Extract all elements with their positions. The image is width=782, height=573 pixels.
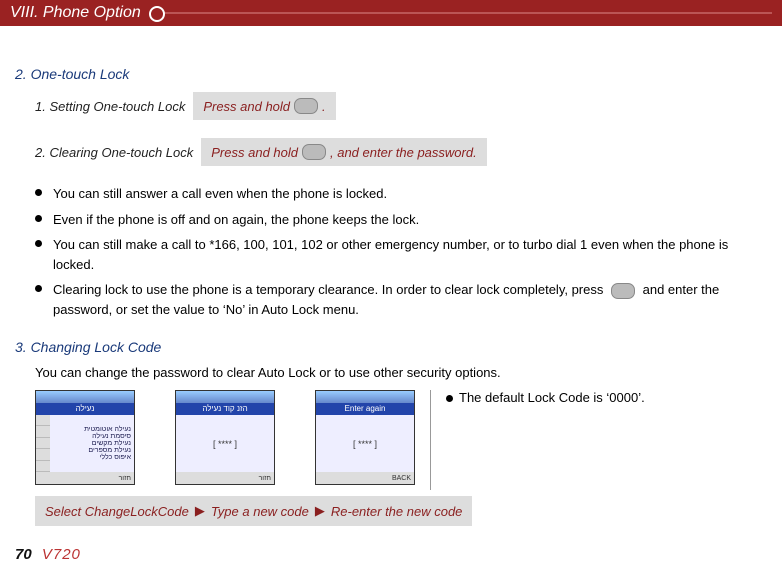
chapter-title: VIII. Phone Option: [10, 4, 141, 22]
lock-key-icon: [294, 98, 318, 114]
softkey-back: חזור: [119, 475, 131, 482]
section-onetouch-title: 2. One-touch Lock: [15, 66, 767, 82]
lock-key-icon: [611, 283, 635, 299]
shot1-head: נעילה: [36, 403, 134, 415]
default-code-note: The default Lock Code is ‘0000’.: [446, 390, 645, 405]
setting-instruction-box: Press and hold .: [193, 92, 335, 120]
bullet-item: You can still make a call to *166, 100, …: [35, 235, 767, 274]
model-number: V720: [42, 546, 81, 563]
header-rule: [151, 12, 772, 14]
bullet-item: Clearing lock to use the phone is a temp…: [35, 280, 767, 319]
section-changing-title: 3. Changing Lock Code: [15, 339, 767, 355]
softkey-back: BACK: [392, 475, 411, 482]
chapter-header: VIII. Phone Option: [0, 0, 782, 26]
screenshot-row: נעילה נעילה אוטומטיתסיסמת נעילהנעילת מקש…: [35, 390, 767, 490]
setting-row: 1. Setting One-touch Lock Press and hold…: [35, 92, 767, 120]
clearing-instruction-box: Press and hold , and enter the password.: [201, 138, 486, 166]
steps-bar: Select ChangeLockCode ▶ Type a new code …: [35, 496, 472, 526]
note-text: The default Lock Code is ‘0000’.: [459, 390, 645, 405]
softkey-back: חזור: [259, 475, 271, 482]
code-mask: [ **** ]: [316, 415, 414, 472]
lock-key-icon: [302, 144, 326, 160]
bullet4-pre: Clearing lock to use the phone is a temp…: [53, 282, 607, 297]
clearing-instruction-pre: Press and hold: [211, 145, 298, 160]
page-number: 70: [15, 546, 32, 563]
bullet-icon: [446, 395, 453, 402]
phone-screenshot-1: נעילה נעילה אוטומטיתסיסמת נעילהנעילת מקש…: [35, 390, 135, 485]
shot2-head: הזנ קוד נעילה: [176, 403, 274, 415]
bullet-item: You can still answer a call even when th…: [35, 184, 767, 204]
bullet-list: You can still answer a call even when th…: [35, 184, 767, 319]
page-footer: 70 V720: [15, 546, 81, 563]
arrow-icon: ▶: [315, 503, 325, 519]
divider: [430, 390, 431, 490]
clearing-row: 2. Clearing One-touch Lock Press and hol…: [35, 138, 767, 166]
step-2: Type a new code: [211, 504, 309, 519]
changing-desc: You can change the password to clear Aut…: [35, 365, 767, 380]
code-mask: [ **** ]: [176, 415, 274, 472]
setting-instruction-post: .: [322, 99, 326, 114]
step-3: Re-enter the new code: [331, 504, 463, 519]
header-dot-icon: [149, 6, 165, 22]
setting-label: 1. Setting One-touch Lock: [35, 99, 185, 114]
shot3-head: Enter again: [316, 403, 414, 415]
clearing-instruction-post: , and enter the password.: [330, 145, 477, 160]
arrow-icon: ▶: [195, 503, 205, 519]
setting-instruction-pre: Press and hold: [203, 99, 290, 114]
phone-screenshot-2: הזנ קוד נעילה [ **** ] חזור: [175, 390, 275, 485]
phone-screenshot-3: Enter again [ **** ] BACK: [315, 390, 415, 485]
step-1: Select ChangeLockCode: [45, 504, 189, 519]
clearing-label: 2. Clearing One-touch Lock: [35, 145, 193, 160]
bullet-item: Even if the phone is off and on again, t…: [35, 210, 767, 230]
